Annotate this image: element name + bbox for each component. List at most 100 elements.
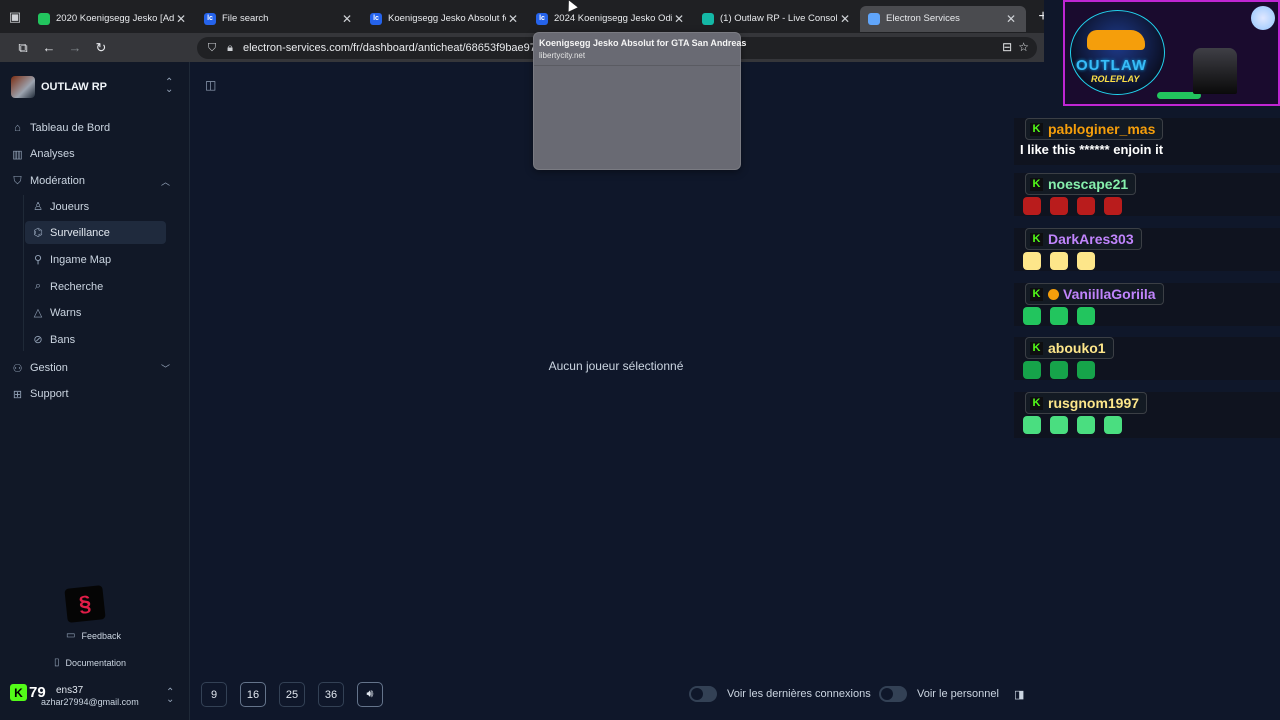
favicon-icon <box>702 12 714 25</box>
users-icon: ⚇ <box>12 362 23 375</box>
browser-tab[interactable]: (1) Outlaw RP - Live Console ✕ <box>694 6 860 32</box>
close-icon[interactable]: ✕ <box>340 12 354 26</box>
browser-tab[interactable]: Electron Services ✕ <box>860 5 1026 32</box>
badge-icon <box>1048 288 1059 300</box>
grid-9-button[interactable]: 9 <box>201 682 227 707</box>
browser-tab[interactable]: 2020 Koenigsegg Jesko [Add-On]✕ <box>30 6 196 32</box>
sidebar-item-moderation[interactable]: ⛉ Modération ︿ <box>10 170 170 192</box>
panel-right-icon[interactable]: ◨ <box>1014 688 1024 701</box>
close-icon[interactable]: ✕ <box>838 12 852 26</box>
documentation-link[interactable]: ▯ Documentation <box>54 657 126 668</box>
documentation-label: Documentation <box>65 657 127 668</box>
emote-icon <box>1077 361 1095 379</box>
sidebar-item-label: Warns <box>50 306 82 319</box>
volume-icon: 🔊︎ <box>366 688 374 700</box>
tooltip-title: Koenigsegg Jesko Absolut for GTA San And… <box>539 38 747 48</box>
sidebar-item-bans[interactable]: ⊘ Bans <box>25 328 166 351</box>
feedback-link[interactable]: ▭ Feedback <box>66 630 121 641</box>
reload-button[interactable]: ↻ <box>88 35 114 61</box>
cam-subtitle: ROLEPLAY <box>1091 74 1140 84</box>
toggle-staff[interactable]: Voir le personnel <box>879 686 999 702</box>
chat-emotes <box>1023 416 1122 434</box>
sidebar-item-management[interactable]: ⚇ Gestion ﹀ <box>10 357 170 379</box>
sidebar-item-label: Tableau de Bord <box>30 122 111 134</box>
chevrons-up-down-icon[interactable]: ⌃ ⌄ <box>165 78 173 95</box>
extensions-icon[interactable]: ⧉ <box>10 35 36 61</box>
emote-icon <box>1104 416 1122 434</box>
tab-label: File search <box>222 13 269 24</box>
brand[interactable]: OUTLAW RP <box>11 76 107 98</box>
tab-strip: 2020 Koenigsegg Jesko [Add-On]✕lcFile se… <box>30 2 1026 32</box>
chat-username-badge: Kabouko1 <box>1025 337 1114 359</box>
sidebar-toggle-icon[interactable]: ◫ <box>205 78 216 92</box>
link-preview-tooltip: Koenigsegg Jesko Absolut for GTA San And… <box>533 32 746 170</box>
brand-name: OUTLAW RP <box>41 81 107 93</box>
chat-username: noescape21 <box>1048 176 1129 192</box>
message-icon: ▭ <box>66 630 76 641</box>
emote-icon <box>1077 307 1095 325</box>
emote-icon <box>1077 197 1095 215</box>
install-app-icon[interactable]: ⊟ <box>1002 40 1012 54</box>
grid-36-button[interactable]: 36 <box>318 682 344 707</box>
shield-icon: ⛉ <box>13 174 22 187</box>
close-icon[interactable]: ✕ <box>1004 12 1018 26</box>
grid-25-button[interactable]: 25 <box>279 682 305 707</box>
user-menu[interactable]: K 79 ens37 azhar27994@gmail.com ⌃ ⌄ <box>10 682 180 712</box>
sidebar-item-surveillance[interactable]: ⌬ Surveillance <box>25 221 166 244</box>
emote-icon <box>1050 361 1068 379</box>
lock-icon[interactable]: 🔒︎ <box>221 42 239 55</box>
favicon-icon: lc <box>370 12 382 25</box>
emote-icon <box>1104 197 1122 215</box>
cam-title: OUTLAW <box>1076 57 1147 74</box>
browser-tab[interactable]: lc 2024 Koenigsegg Jesko Odin for✕ <box>528 6 694 32</box>
sidebar-item-dashboard[interactable]: ⌂ Tableau de Bord <box>10 117 170 139</box>
tab-search-icon[interactable]: ▣ <box>0 0 30 33</box>
favicon-icon <box>868 12 880 25</box>
chevron-down-icon: ﹀ <box>160 363 170 374</box>
chat-emotes <box>1023 197 1122 215</box>
chevrons-up-down-icon[interactable]: ⌃ ⌄ <box>166 688 174 705</box>
cctv-icon: ⌬ <box>33 227 43 239</box>
streamer-silhouette <box>1193 48 1237 94</box>
sidebar-item-label: Bans <box>50 333 76 346</box>
emote-icon <box>1050 307 1068 325</box>
close-icon[interactable]: ✕ <box>174 12 188 26</box>
grid-16-button[interactable]: 16 <box>240 682 266 707</box>
sidebar-item-warns[interactable]: △ Warns <box>25 301 166 324</box>
sidebar-item-analytics[interactable]: ▥ Analyses <box>10 143 170 165</box>
emote-icon <box>1023 307 1041 325</box>
brand-logo <box>11 76 35 98</box>
warning-triangle-icon: △ <box>33 307 43 319</box>
sidebar-item-players[interactable]: ♙ Joueurs <box>25 195 166 218</box>
browser-tab[interactable]: lc File search ✕ <box>196 6 362 32</box>
tab-label: 2020 Koenigsegg Jesko [Add-On] <box>56 13 174 24</box>
site-info-icon[interactable]: ⛉ <box>203 42 221 55</box>
kick-logo-icon: K <box>1030 122 1043 136</box>
sidebar-item-search[interactable]: ⌕ Recherche <box>25 275 166 298</box>
switch-staff[interactable] <box>879 686 907 702</box>
switch-last-connections[interactable] <box>689 686 717 702</box>
browser-tab[interactable]: lc Koenigsegg Jesko Absolut for GTA✕ <box>362 6 528 32</box>
kick-logo-icon: K <box>1030 287 1043 301</box>
close-icon[interactable]: ✕ <box>672 12 686 26</box>
tooltip-url: libertycity.net <box>539 51 586 60</box>
sound-button[interactable]: 🔊︎ <box>357 682 383 707</box>
sidebar-item-label: Recherche <box>50 280 104 293</box>
kick-logo-icon: K <box>1030 232 1043 246</box>
bookmark-star-icon[interactable]: ☆ <box>1018 40 1029 54</box>
close-icon[interactable]: ✕ <box>506 12 520 26</box>
sidebar-item-ingame-map[interactable]: ⚲ Ingame Map <box>25 248 166 271</box>
sidebar-item-label: Ingame Map <box>50 253 112 266</box>
back-button[interactable]: ← <box>36 35 62 61</box>
chat-username-badge: Kpabloginer_mas <box>1025 118 1164 140</box>
forward-button[interactable]: → <box>62 35 88 61</box>
emote-icon <box>1050 197 1068 215</box>
tab-label: 2024 Koenigsegg Jesko Odin for <box>554 13 672 24</box>
avatar <box>1251 6 1275 30</box>
toggle-last-connections[interactable]: Voir les dernières connexions <box>689 686 871 702</box>
emote-icon <box>1023 361 1041 379</box>
chat-username: DarkAres303 <box>1048 231 1134 247</box>
emote-icon <box>1050 416 1068 434</box>
sidebar-item-support[interactable]: ⊞ Support <box>10 383 170 405</box>
chat-username: pabloginer_mas <box>1048 121 1156 137</box>
